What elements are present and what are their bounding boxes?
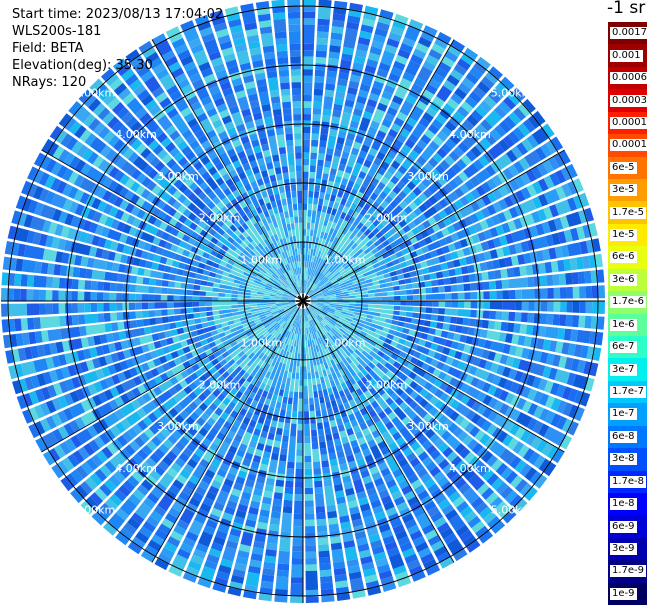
elevation-text: Elevation(deg): 35.30	[12, 58, 153, 73]
range-ring-label: 5.00km	[491, 504, 533, 517]
range-ring-label: 3.00km	[407, 420, 449, 433]
range-ring-label: 1.00km	[241, 337, 283, 350]
colorbar-tick-label: 1e-8	[610, 498, 637, 511]
range-ring-label: 3.00km	[407, 170, 449, 183]
colorbar-tick-label: 1.7e-5	[610, 206, 647, 219]
range-ring-label: 1.00km	[241, 253, 283, 266]
range-ring-label: 1.00km	[324, 337, 366, 350]
colorbar-tick-label: 3e-6	[610, 273, 637, 286]
center-marker	[296, 294, 310, 308]
colorbar-tick-label: 6e-8	[610, 430, 637, 443]
nrays-text: NRays: 120	[12, 75, 87, 90]
colorbar-unit-label: -1 sr	[607, 0, 646, 18]
colorbar-tick-label: 6e-7	[610, 341, 637, 354]
colorbar-tick-label: 1.7e-6	[610, 296, 647, 309]
ppi-scan-plot: 1.00km 1.00km 1.00km 1.00km 2.00km 2.00km 2.00…	[1, 0, 605, 604]
range-ring-label: 2.00km	[199, 378, 241, 391]
colorbar-tick-label: 1.7e-7	[610, 386, 647, 398]
colorbar-tick-label: 1e-9	[610, 587, 637, 600]
colorbar-tick-label: 0.0003	[610, 94, 647, 107]
range-ring-label: 4.00km	[449, 128, 491, 141]
scan-info-panel: Start time: 2023/08/13 17:04:02 WLS200s-…	[12, 6, 223, 91]
colorbar-tick-label: 0.001	[610, 49, 643, 62]
colorbar-tick-label: 3e-9	[610, 542, 637, 555]
start-time-text: Start time: 2023/08/13 17:04:02	[12, 7, 224, 22]
colorbar-tick-label: 3e-5	[610, 184, 637, 197]
range-ring-label: 4.00km	[115, 128, 157, 141]
colorbar-tick-label: 0.0001	[610, 139, 647, 152]
colorbar-tick-label: 6e-6	[610, 251, 637, 264]
colorbar-tick-label: 1e-7	[610, 408, 637, 421]
colorbar-tick-label: 3e-8	[610, 453, 637, 466]
colorbar-tick-label: 6e-5	[610, 161, 637, 174]
colorbar-tick-label: 0.0006	[610, 72, 647, 85]
range-ring-label: 4.00km	[115, 462, 157, 475]
field-text: Field: BETA	[12, 41, 84, 56]
range-ring-label: 5.00km	[491, 86, 533, 99]
range-ring-label: 3.00km	[157, 420, 199, 433]
range-ring-label: 2.00km	[366, 212, 408, 225]
range-ring-label: 2.00km	[199, 212, 241, 225]
instrument-text: WLS200s-181	[12, 24, 102, 39]
range-ring-label: 1.00km	[324, 253, 366, 266]
colorbar-tick-label: 1.7e-9	[610, 565, 647, 578]
range-ring-label: 4.00km	[449, 462, 491, 475]
colorbar-tick-label: 1e-5	[610, 229, 637, 241]
range-ring-label: 5.00km	[74, 504, 116, 517]
colorbar-tick-label: 1e-6	[610, 318, 637, 331]
colorbar-tick-label: 3e-7	[610, 363, 637, 376]
colorbar-tick-label: 1.7e-8	[610, 475, 647, 488]
colorbar-tick-label: 6e-9	[610, 520, 637, 533]
colorbar-tick-label: 0.0017	[610, 27, 647, 40]
range-ring-label: 3.00km	[157, 170, 199, 183]
range-ring-label: 2.00km	[366, 378, 408, 391]
colorbar-tick-label: 0.00017	[610, 116, 647, 129]
